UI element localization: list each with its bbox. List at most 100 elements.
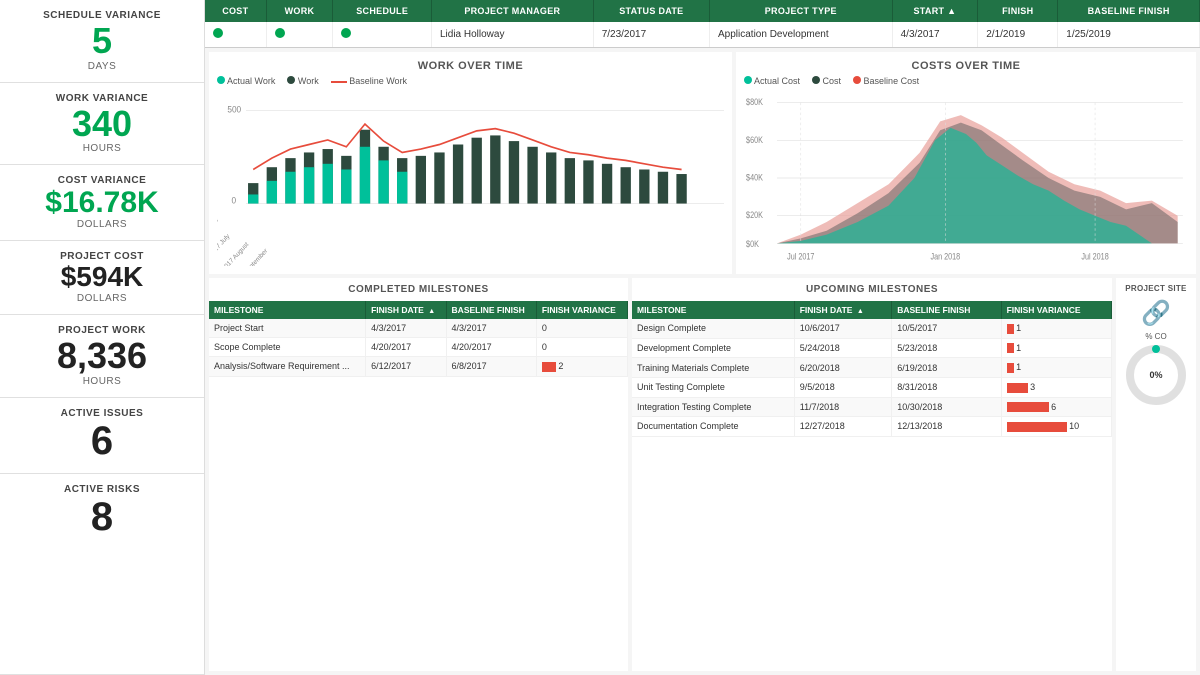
finish-variance: 10 <box>1001 417 1111 437</box>
baseline-finish: 10/5/2017 <box>892 319 1001 338</box>
col-start[interactable]: START ▲ <box>892 0 978 22</box>
work-chart-title: WORK OVER TIME <box>217 60 724 72</box>
col-cost[interactable]: COST <box>205 0 266 22</box>
milestone-name: Documentation Complete <box>632 417 794 437</box>
completed-milestones-title: COMPLETED MILESTONES <box>209 278 628 301</box>
schedule-status-dot <box>341 28 351 38</box>
finish-date: 6/12/2017 <box>366 357 446 377</box>
col-pm[interactable]: PROJECT MANAGER <box>431 0 593 22</box>
active-risks-label: ACTIVE RISKS <box>12 484 192 495</box>
milestone-name: Unit Testing Complete <box>632 377 794 397</box>
baseline-finish: 10/30/2018 <box>892 397 1001 417</box>
cost-variance-block: COST VARIANCE $16.78K DOLLARS <box>0 165 204 241</box>
table-row: Scope Complete 4/20/2017 4/20/2017 0 <box>209 338 628 357</box>
finish-variance: 6 <box>1001 397 1111 417</box>
table-row: Unit Testing Complete 9/5/2018 8/31/2018… <box>632 377 1112 397</box>
table-row: Development Complete 5/24/2018 5/23/2018… <box>632 338 1112 358</box>
col-baseline-finish[interactable]: BASELINE FINISH <box>892 301 1001 319</box>
finish-variance: 1 <box>1001 319 1111 338</box>
legend-actual-cost: Actual Cost <box>744 76 800 86</box>
finish-date: 9/5/2018 <box>794 377 891 397</box>
finish-date: 11/7/2018 <box>794 397 891 417</box>
work-chart-area: 500 0 <box>217 90 724 266</box>
finish-date: 10/6/2017 <box>794 319 891 338</box>
project-header-table: COST WORK SCHEDULE PROJECT MANAGER STATU… <box>205 0 1200 48</box>
cost-status-dot <box>213 28 223 38</box>
work-chart-legend: Actual Work Work Baseline Work <box>217 76 724 86</box>
finish-variance: 1 <box>1001 338 1111 358</box>
completed-milestones: COMPLETED MILESTONES MILESTONE FINISH DA… <box>209 278 628 671</box>
milestone-name: Design Complete <box>632 319 794 338</box>
schedule-variance-unit: DAYS <box>12 61 192 72</box>
project-work-unit: HOURS <box>12 376 192 387</box>
table-row: Design Complete 10/6/2017 10/5/2017 1 <box>632 319 1112 338</box>
col-project-type[interactable]: PROJECT TYPE <box>710 0 893 22</box>
link-icon[interactable]: 🔗 <box>1141 299 1171 328</box>
cost-variance-unit: DOLLARS <box>12 219 192 230</box>
col-finish-date[interactable]: FINISH DATE ▲ <box>366 301 446 319</box>
milestone-name: Analysis/Software Requirement ... <box>209 357 366 377</box>
cost-chart-area: $80K $60K $40K $20K $0K <box>744 90 1188 266</box>
finish-variance: 2 <box>536 357 627 377</box>
legend-work: Work <box>287 76 318 86</box>
cost-variance-label: COST VARIANCE <box>12 175 192 186</box>
project-site-label: PROJECT SITE <box>1125 284 1186 293</box>
svg-text:$80K: $80K <box>746 97 763 107</box>
milestone-name: Development Complete <box>632 338 794 358</box>
finish-variance: 0 <box>536 319 627 338</box>
cost-chart-title: COSTS OVER TIME <box>744 60 1188 72</box>
finish-date: 6/20/2018 <box>794 358 891 378</box>
col-baseline-finish[interactable]: BASELINE FINISH <box>1058 0 1200 22</box>
project-cost-unit: DOLLARS <box>12 293 192 304</box>
finish-date: 12/27/2018 <box>794 417 891 437</box>
baseline-finish: 4/3/2017 <box>446 319 536 338</box>
project-cost-value: $594K <box>12 262 192 293</box>
milestone-name: Training Materials Complete <box>632 358 794 378</box>
work-variance-block: WORK VARIANCE 340 HOURS <box>0 83 204 166</box>
upcoming-milestones-title: UPCOMING MILESTONES <box>632 278 1112 301</box>
col-baseline-finish[interactable]: BASELINE FINISH <box>446 301 536 319</box>
col-work[interactable]: WORK <box>266 0 333 22</box>
project-work-block: PROJECT WORK 8,336 HOURS <box>0 315 204 398</box>
milestone-name: Scope Complete <box>209 338 366 357</box>
legend-cost: Cost <box>812 76 841 86</box>
col-finish-variance[interactable]: FINISH VARIANCE <box>536 301 627 319</box>
baseline-finish-date: 1/25/2019 <box>1058 22 1200 47</box>
finish-variance: 1 <box>1001 358 1111 378</box>
finish-variance: 3 <box>1001 377 1111 397</box>
cost-chart: COSTS OVER TIME Actual Cost Cost Baselin… <box>736 52 1196 274</box>
col-milestone[interactable]: MILESTONE <box>632 301 794 319</box>
work-variance-value: 340 <box>12 104 192 144</box>
legend-baseline-work: Baseline Work <box>331 76 407 86</box>
percent-value: 0% <box>1149 370 1162 380</box>
active-issues-block: ACTIVE ISSUES 6 <box>0 398 204 474</box>
col-finish-variance[interactable]: FINISH VARIANCE <box>1001 301 1111 319</box>
active-risks-block: ACTIVE RISKS 8 <box>0 474 204 675</box>
table-row: Training Materials Complete 6/20/2018 6/… <box>632 358 1112 378</box>
svg-text:$40K: $40K <box>746 173 763 183</box>
col-milestone[interactable]: MILESTONE <box>209 301 366 319</box>
main-content: COST WORK SCHEDULE PROJECT MANAGER STATU… <box>205 0 1200 675</box>
svg-text:$60K: $60K <box>746 135 763 145</box>
charts-row: WORK OVER TIME Actual Work Work Baseline… <box>205 48 1200 278</box>
project-type: Application Development <box>710 22 893 47</box>
col-schedule[interactable]: SCHEDULE <box>333 0 432 22</box>
legend-actual-work: Actual Work <box>217 76 275 86</box>
completed-milestones-table: MILESTONE FINISH DATE ▲ BASELINE FINISH … <box>209 301 628 377</box>
col-status-date[interactable]: STATUS DATE <box>593 0 709 22</box>
schedule-variance-value: 5 <box>12 21 192 61</box>
svg-text:$0K: $0K <box>746 239 759 249</box>
svg-text:2017 July: 2017 July <box>217 232 232 258</box>
col-finish-date[interactable]: FINISH DATE ▲ <box>794 301 891 319</box>
svg-text:Jul 2018: Jul 2018 <box>1081 252 1109 262</box>
project-cost-block: PROJECT COST $594K DOLLARS <box>0 241 204 315</box>
col-finish[interactable]: FINISH <box>978 0 1058 22</box>
milestones-row: COMPLETED MILESTONES MILESTONE FINISH DA… <box>205 278 1200 675</box>
svg-text:0: 0 <box>231 195 236 205</box>
percent-label: % CO <box>1145 332 1166 341</box>
finish-date: 4/20/2017 <box>366 338 446 357</box>
cost-variance-value: $16.78K <box>12 186 192 219</box>
work-chart: WORK OVER TIME Actual Work Work Baseline… <box>209 52 732 274</box>
upcoming-milestones-table: MILESTONE FINISH DATE ▲ BASELINE FINISH … <box>632 301 1112 437</box>
milestone-name: Project Start <box>209 319 366 338</box>
